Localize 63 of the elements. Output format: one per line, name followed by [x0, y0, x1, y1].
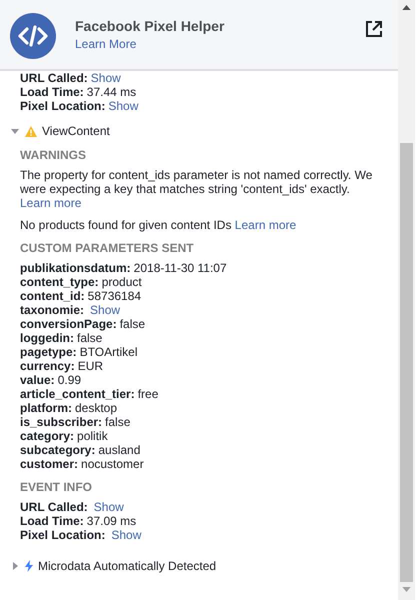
parameter-name: currency:: [20, 359, 75, 373]
parameter-name: pagetype:: [20, 345, 77, 359]
parameter-value: ausland: [98, 443, 140, 457]
parameter-value: politik: [77, 429, 108, 443]
caret-right-icon[interactable]: [10, 561, 20, 571]
show-link[interactable]: Show: [108, 99, 138, 113]
parameter-name: conversionPage:: [20, 317, 117, 331]
parameter-name: content_id:: [20, 289, 85, 303]
event-name[interactable]: ViewContent: [42, 124, 110, 138]
parameter-name: customer:: [20, 457, 78, 471]
parameter-value: BTOArtikel: [80, 345, 138, 359]
external-link-icon[interactable]: [364, 18, 384, 38]
app-title: Facebook Pixel Helper: [75, 18, 226, 34]
warning-message: The property for content_ids parameter is not named correctly. We were expecting a key that matches string 'content_ids' exactly. Learn more: [19, 168, 374, 210]
event-name[interactable]: Microdata Automatically Detected: [38, 559, 216, 573]
parameter-name: taxonomie:: [20, 303, 84, 317]
parameter-name: category:: [20, 429, 74, 443]
parameter-value: false: [105, 415, 130, 429]
parameter-value: product: [102, 275, 142, 289]
field-label: URL Called:: [20, 71, 88, 85]
parameter-value: 0.99: [58, 373, 82, 387]
field-label: Load Time:: [20, 85, 84, 99]
lightning-icon: [25, 560, 33, 572]
field-label: Pixel Location:: [20, 99, 106, 113]
scroll-up-icon[interactable]: [402, 5, 411, 10]
parameter-value: false: [120, 317, 146, 331]
parameter-name: platform:: [20, 401, 72, 415]
show-link[interactable]: Show: [94, 500, 124, 514]
parameter-name: value:: [20, 373, 55, 387]
parameter-value: 2018-11-30 11:07: [134, 261, 227, 275]
field-label: Load Time:: [20, 514, 84, 528]
field-label: URL Called:: [20, 500, 88, 514]
field-value: 37.44 ms: [86, 85, 136, 99]
learn-more-link[interactable]: Learn more: [20, 196, 82, 210]
section-heading: EVENT INFO: [19, 480, 94, 494]
parameter-value: nocustomer: [81, 457, 144, 471]
code-icon: [10, 12, 56, 58]
parameter-name: publikationsdatum:: [20, 261, 131, 275]
warning-icon: [25, 126, 37, 136]
parameter-name: content_type:: [20, 275, 99, 289]
scrollbar[interactable]: [398, 0, 415, 600]
field-value: 37.09 ms: [86, 514, 136, 528]
show-link[interactable]: Show: [111, 528, 142, 542]
scroll-down-icon[interactable]: [402, 587, 411, 592]
section-heading: CUSTOM PARAMETERS SENT: [19, 241, 195, 255]
parameter-value: false: [77, 331, 102, 345]
parameter-name: is_subscriber:: [20, 415, 102, 429]
scrollbar-thumb[interactable]: [400, 143, 413, 582]
learn-more-link[interactable]: Learn more: [234, 218, 296, 232]
parameter-value: free: [138, 387, 158, 401]
parameter-name: subcategory:: [20, 443, 96, 457]
section-heading: WARNINGS: [19, 148, 87, 162]
show-link[interactable]: Show: [90, 303, 120, 317]
parameter-name: article_content_tier:: [20, 387, 135, 401]
caret-down-icon[interactable]: [10, 126, 20, 136]
parameter-value: 58736184: [88, 289, 142, 303]
warning-message: No products found for given content IDs Learn more: [19, 218, 298, 232]
parameter-value: desktop: [75, 401, 118, 415]
field-label: Pixel Location:: [20, 528, 106, 542]
show-link[interactable]: Show: [90, 71, 121, 85]
parameter-name: loggedin:: [20, 331, 74, 345]
parameter-value: EUR: [78, 359, 104, 373]
learn-more-link[interactable]: Learn More: [75, 37, 136, 51]
